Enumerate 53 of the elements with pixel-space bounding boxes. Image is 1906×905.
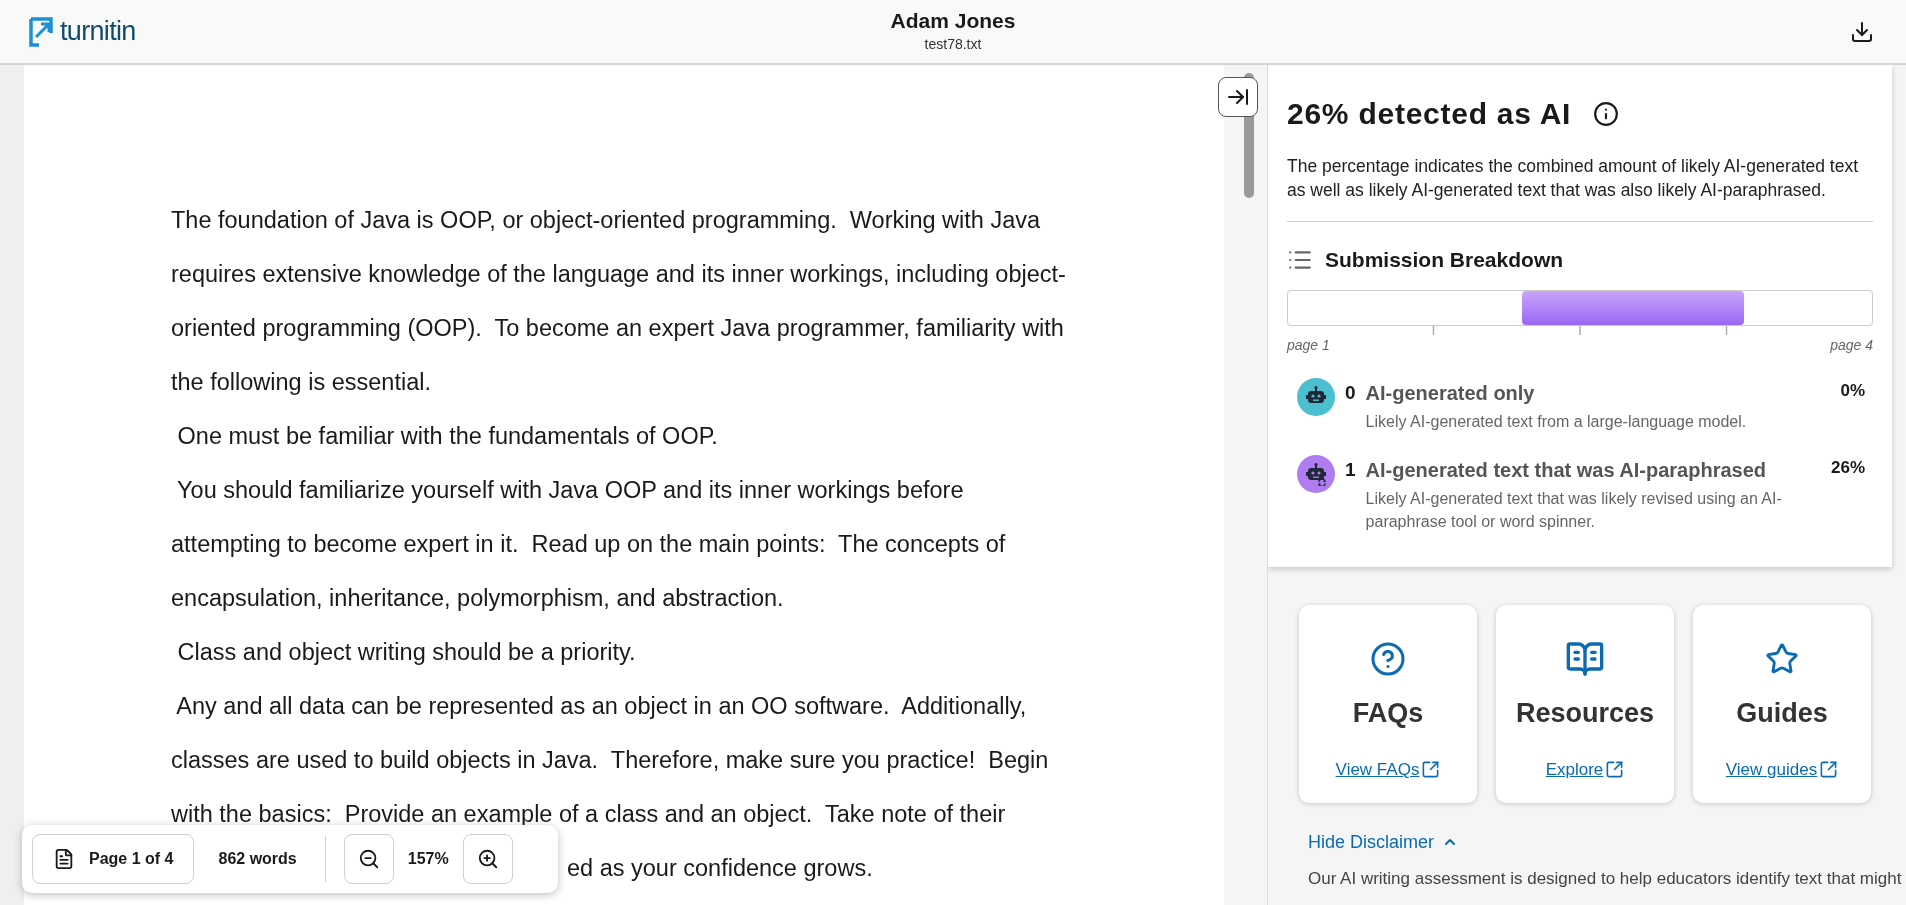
text-line: ed as your confidence grows. [567, 854, 873, 883]
file-name: test78.txt [924, 35, 982, 55]
logo-icon [28, 16, 54, 47]
student-name: Adam Jones [890, 7, 1016, 34]
text-line: requires extensive knowledge of the language and its inner workings, including object- [171, 260, 1066, 289]
text-line: with the basics: Provide an example of a class and an object. Take note of their [171, 800, 1006, 829]
category-percent: 26% [1830, 456, 1865, 479]
resource-link[interactable]: Explore [1545, 757, 1625, 783]
disclaimer-toggle[interactable]: Hide Disclaimer [1308, 828, 1459, 856]
text-line: the following is essential. [171, 368, 431, 397]
text-line: encapsulation, inheritance, polymorphism, and abstraction. [171, 584, 784, 613]
disclaimer-text: Our AI writing assessment is designed to help educators identify text that might [1308, 867, 1903, 890]
zoom-level: 157% [406, 849, 450, 869]
resource-link[interactable]: View FAQs [1335, 757, 1441, 783]
collapse-panel-button[interactable] [1218, 77, 1258, 117]
text-line: One must be familiar with the fundamentals of OOP. [176, 422, 718, 451]
text-line: Any and all data can be represented as an object in an OO software. Additionally, [175, 692, 1027, 721]
external-link-icon [1819, 760, 1839, 780]
logo-text: turnitin [60, 15, 136, 49]
category-name: AI-generated text that was AI-paraphrased [1365, 457, 1768, 483]
text-line: The foundation of Java is OOP, or object-oriented programming. Working with Java [171, 206, 1041, 235]
start-label: page 1 [1287, 335, 1330, 355]
category-count: 0 [1345, 380, 1356, 405]
resource-title: FAQs [1352, 696, 1424, 730]
category-description: Likely AI-generated text from a large-language model. [1365, 411, 1748, 432]
text-line: classes are used to build objects in Java. Therefore, make sure you practice! Begin [171, 746, 1049, 775]
help-icon [1370, 640, 1406, 677]
category-count: 1 [1345, 457, 1356, 482]
category-name: AI-generated only [1365, 380, 1536, 406]
detection-score: 26% detected as AI [1287, 96, 1572, 132]
star-icon [1765, 641, 1799, 676]
breakdown-title: Submission Breakdown [1325, 247, 1564, 273]
resource-title: Guides [1736, 696, 1828, 730]
resource-title: Resources [1515, 696, 1655, 730]
zoom-in-icon [476, 848, 499, 870]
score-description: The percentage indicates the combined amount of likely AI-generated text as well as likely AI-generated text that was also likely AI-paraphrased. [1287, 155, 1860, 202]
end-label: page 4 [1830, 335, 1873, 355]
text-line: attempting to become expert in it. Read up on the main points: The concepts of [171, 530, 1006, 559]
text-line: oriented programming (OOP). To become an expert Java programmer, familiarity with [171, 314, 1064, 343]
page-indicator[interactable]: Page 1 of 4 [32, 834, 195, 884]
external-link-icon [1421, 760, 1441, 780]
external-link-icon [1605, 760, 1625, 780]
zoom-in-button[interactable] [462, 834, 513, 884]
category-percent: 0% [1840, 379, 1865, 402]
document-icon [53, 848, 75, 870]
zoom-out-button[interactable] [343, 834, 394, 884]
zoom-out-icon [357, 848, 380, 870]
text-line: You should familiarize yourself with Java OOP and its inner workings before [176, 476, 964, 505]
category-description: Likely AI-generated text that was likely revised using an AI-paraphrase tool or word spinner. [1365, 488, 1783, 532]
resource-link[interactable]: View guides [1725, 757, 1839, 783]
text-line: Class and object writing should be a priority. [176, 638, 636, 667]
info-icon[interactable] [1593, 100, 1620, 127]
word-count: 862 words [217, 849, 298, 869]
